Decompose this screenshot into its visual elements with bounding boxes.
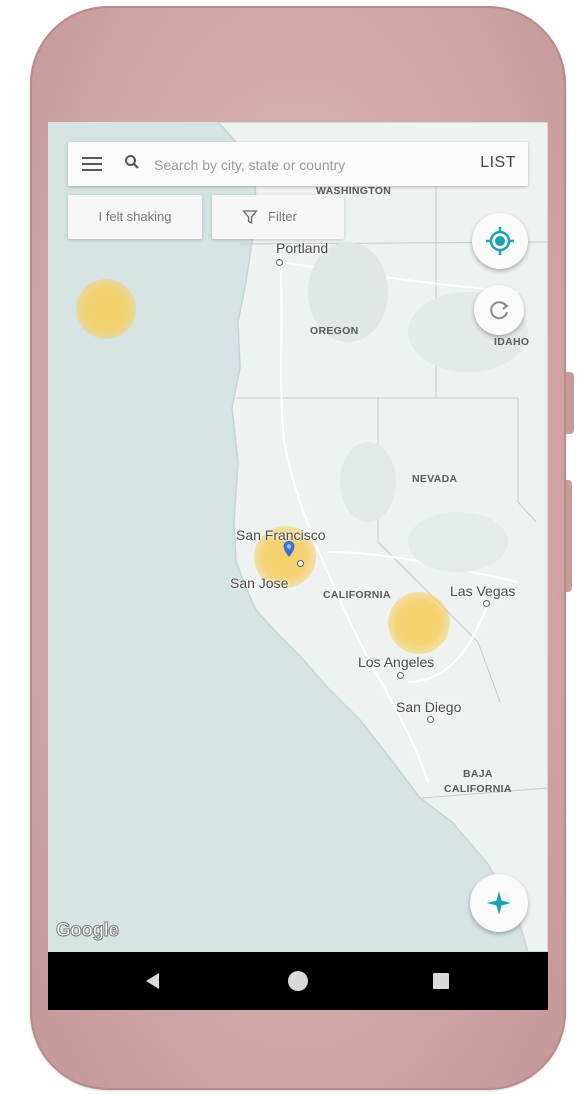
- nav-home-icon[interactable]: [288, 971, 308, 991]
- search-icon: [125, 155, 139, 169]
- city-dot: [276, 259, 283, 266]
- city-dot: [297, 560, 304, 567]
- city-dot: [397, 672, 404, 679]
- city-dot: [483, 600, 490, 607]
- list-button[interactable]: LIST: [480, 154, 516, 172]
- city-label-las-vegas: Las Vegas: [450, 583, 516, 599]
- felt-shaking-button[interactable]: I felt shaking: [68, 195, 202, 239]
- filter-icon: [242, 210, 258, 225]
- earthquake-marker[interactable]: [76, 279, 136, 339]
- search-input[interactable]: [152, 151, 396, 179]
- compass-icon: [487, 891, 511, 915]
- power-button: [566, 372, 574, 434]
- city-label-portland: Portland: [276, 240, 329, 256]
- city-label-san-francisco: San Francisco: [236, 527, 326, 543]
- app-screen: WASHINGTON OREGON IDAHO NEVADA CALIFORNI…: [48, 122, 548, 1010]
- state-label-california: CALIFORNIA: [323, 589, 391, 601]
- refresh-icon: [490, 301, 509, 320]
- city-dot: [427, 716, 434, 723]
- nav-back-icon[interactable]: [146, 973, 159, 989]
- google-attribution: Google: [55, 920, 119, 942]
- search-bar: LIST: [68, 142, 528, 186]
- menu-icon[interactable]: [82, 157, 102, 171]
- refresh-button[interactable]: [474, 285, 524, 335]
- city-label-san-diego: San Diego: [396, 699, 462, 715]
- compass-button[interactable]: [470, 874, 528, 932]
- state-label-oregon: OREGON: [310, 325, 359, 337]
- earthquake-marker[interactable]: [388, 592, 450, 654]
- user-location-pin-icon: [283, 541, 295, 557]
- state-label-baja-california: BAJA CALIFORNIA: [444, 768, 512, 795]
- filter-label: Filter: [268, 209, 297, 224]
- android-nav-bar: [48, 952, 548, 1010]
- city-label-san-jose: San Jose: [230, 575, 289, 591]
- nav-recents-icon[interactable]: [433, 973, 449, 989]
- my-location-button[interactable]: [472, 213, 528, 269]
- filter-button[interactable]: Filter: [212, 195, 344, 239]
- state-label-nevada: NEVADA: [412, 473, 458, 485]
- state-label-idaho: IDAHO: [494, 336, 530, 348]
- volume-button: [566, 480, 572, 592]
- city-label-los-angeles: Los Angeles: [358, 654, 435, 670]
- my-location-icon: [486, 227, 514, 255]
